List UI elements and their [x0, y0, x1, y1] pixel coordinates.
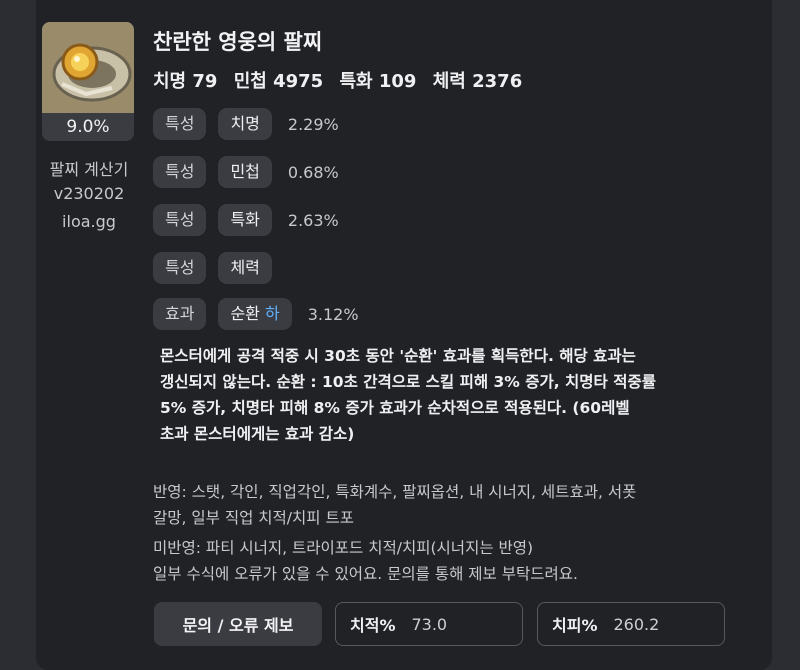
item-name: 찬란한 영웅의 팔찌: [153, 30, 323, 54]
reflected-note: 반영: 스탯, 각인, 직업각인, 특화계수, 팔찌옵션, 내 시너지, 세트효…: [153, 483, 637, 501]
calculator-title: 팔찌 계산기: [49, 160, 129, 179]
crit-rate-input[interactable]: [409, 613, 504, 635]
stat-vitality: 체력 2376: [432, 71, 523, 92]
unreflected-note: 미반영: 파티 시너지, 트라이포드 치적/치피(시너지는 반영): [153, 539, 534, 557]
option-value: 2.63%: [287, 210, 339, 230]
site-label: iloa.gg: [62, 212, 116, 231]
stat-agility: 민첩 4975: [233, 71, 324, 92]
option-value: 0.68%: [287, 162, 339, 182]
effect-description: 몬스터에게 공격 적중 시 30초 동안 '순환' 효과를 획득한다. 해당 효…: [160, 343, 760, 447]
option-name: 특화: [218, 204, 272, 236]
description-line: 몬스터에게 공격 적중 시 30초 동안 '순환' 효과를 획득한다. 해당 효…: [160, 347, 636, 365]
efficiency-badge: 9.0%: [42, 113, 134, 141]
option-kind: 특성: [153, 108, 207, 140]
crit-damage-input[interactable]: [611, 613, 706, 635]
description-line: 갱신되지 않는다. 순환 : 10초 간격으로 스킬 피해 3% 증가, 치명타…: [160, 373, 656, 391]
option-row: 특성 체력: [153, 251, 288, 285]
effect-value: 3.12%: [307, 304, 359, 324]
option-name: 체력: [218, 252, 272, 284]
description-line: 5% 증가, 치명타 피해 8% 증가 효과가 순차적으로 적용된다. (60레…: [160, 399, 630, 417]
reflected-note-cont: 갈망, 일부 직업 치적/치피 트포: [153, 509, 354, 527]
crit-rate-label: 치적%: [350, 616, 396, 635]
effect-kind: 효과: [153, 298, 207, 330]
option-name: 민첩: [218, 156, 272, 188]
description-line: 초과 몬스터에게는 효과 감소): [160, 425, 355, 443]
option-row: 특성 치명 2.29%: [153, 107, 339, 141]
stat-crit: 치명 79: [153, 71, 218, 92]
effect-row: 효과 순환 하 3.12%: [153, 297, 359, 331]
option-kind: 특성: [153, 204, 207, 236]
effect-grade: 하: [265, 304, 280, 323]
item-stats: 치명 79 민첩 4975 특화 109 체력 2376: [153, 67, 532, 93]
option-row: 특성 특화 2.63%: [153, 203, 339, 237]
stat-specialization: 특화 109: [339, 71, 417, 92]
option-value: 2.29%: [287, 114, 339, 134]
version-label: v230202: [53, 184, 125, 203]
disclaimer-note: 일부 수식에 오류가 있을 수 있어요. 문의를 통해 제보 부탁드려요.: [153, 565, 578, 583]
effect-name: 순환: [230, 304, 260, 323]
effect-name-pill: 순환 하: [218, 298, 292, 330]
report-error-button[interactable]: 문의 / 오류 제보: [154, 602, 322, 646]
option-row: 특성 민첩 0.68%: [153, 155, 339, 189]
crit-rate-field: 치적%: [335, 602, 523, 646]
crit-damage-label: 치피%: [552, 616, 598, 635]
option-name: 치명: [218, 108, 272, 140]
crit-damage-field: 치피%: [537, 602, 725, 646]
option-kind: 특성: [153, 156, 207, 188]
option-kind: 특성: [153, 252, 207, 284]
bracelet-icon: [42, 22, 134, 114]
